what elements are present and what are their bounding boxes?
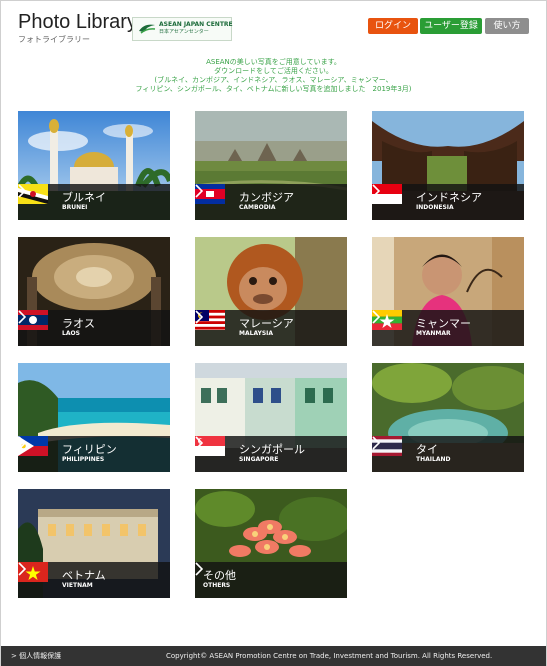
country-name-en: LAOS (62, 330, 80, 337)
notice-line: ASEANの美しい写真をご用意しています。 (206, 58, 341, 66)
country-name-jp: ラオス (62, 317, 95, 330)
partner-logo[interactable]: ASEAN JAPAN CENTRE 日本アセアンセンター (132, 17, 233, 41)
notice-line: ダウンロードをしてご活用ください。 (214, 67, 333, 75)
chevron-right-icon (18, 562, 26, 576)
tile-label-band: シンガポール SINGAPORE (195, 436, 347, 472)
header: Photo Library フォトライブラリー ASEAN JAPAN CENT… (10, 10, 537, 44)
country-tile-indonesia[interactable]: インドネシア INDONESIA (372, 111, 524, 220)
country-name-jp: カンボジア (239, 191, 294, 204)
country-tile-singapore[interactable]: シンガポール SINGAPORE (195, 363, 347, 472)
country-tile-philippines[interactable]: フィリピン PHILIPPINES (18, 363, 170, 472)
tile-label-band: その他 OTHERS (195, 562, 347, 598)
country-tile-myanmar[interactable]: ミャンマー MYANMAR (372, 237, 524, 346)
country-name-en: VIETNAM (62, 582, 93, 589)
country-name-en: THAILAND (416, 456, 451, 463)
chevron-right-icon (18, 310, 26, 324)
country-name-en: MALAYSIA (239, 330, 274, 337)
country-name-en: PHILIPPINES (62, 456, 105, 463)
country-name-en: BRUNEI (62, 204, 88, 211)
country-name-jp: タイ (416, 443, 438, 456)
tile-label-band: マレーシア MALAYSIA (195, 310, 347, 346)
chevron-right-icon (195, 562, 203, 576)
footer: > 個人情報保護 Copyright© ASEAN Promotion Cent… (1, 646, 546, 666)
country-name-jp: ミャンマー (416, 317, 471, 330)
copyright-text: Copyright© ASEAN Promotion Centre on Tra… (166, 652, 493, 660)
partner-subname: 日本アセアンセンター (159, 29, 209, 35)
chevron-right-icon (372, 184, 380, 198)
country-tile-vietnam[interactable]: ベトナム VIETNAM (18, 489, 170, 598)
country-name-jp: その他 (203, 569, 236, 582)
tile-label-band: ブルネイ BRUNEI (18, 184, 170, 220)
country-name-en: CAMBODIA (239, 204, 276, 211)
country-name-en: SINGAPORE (239, 456, 279, 463)
country-tile-others[interactable]: その他 OTHERS (195, 489, 347, 598)
notice-text: ASEANの美しい写真をご用意しています。 ダウンロードをしてご活用ください。 … (0, 58, 547, 94)
tile-label-band: フィリピン PHILIPPINES (18, 436, 170, 472)
notice-line: (ブルネイ、カンボジア、インドネシア、ラオス、マレーシア、ミャンマー、 (154, 76, 393, 84)
country-tile-thailand[interactable]: タイ THAILAND (372, 363, 524, 472)
chevron-right-icon (372, 436, 380, 450)
chevron-right-icon (18, 184, 26, 198)
partner-logo-icon (139, 24, 156, 34)
country-name-jp: ベトナム (62, 569, 106, 582)
country-name-en: INDONESIA (416, 204, 454, 211)
notice-line: フィリピン、シンガポール、タイ、ベトナムに新しい写真を追加しました 2019年3… (135, 85, 412, 93)
privacy-link[interactable]: > 個人情報保護 (11, 646, 61, 666)
country-tile-cambodia[interactable]: カンボジア CAMBODIA (195, 111, 347, 220)
help-button[interactable]: 使い方 (485, 18, 529, 34)
country-name-en: MYANMAR (416, 330, 451, 337)
chevron-right-icon (195, 184, 203, 198)
tile-label-band: ベトナム VIETNAM (18, 562, 170, 598)
login-button[interactable]: ログイン (368, 18, 418, 34)
site-subtitle: フォトライブラリー (18, 35, 90, 44)
tile-label-band: ラオス LAOS (18, 310, 170, 346)
chevron-right-icon (195, 436, 203, 450)
partner-name: ASEAN JAPAN CENTRE (159, 21, 233, 28)
chevron-right-icon (372, 310, 380, 324)
country-tile-laos[interactable]: ラオス LAOS (18, 237, 170, 346)
tile-label-band: ミャンマー MYANMAR (372, 310, 524, 346)
tile-label-band: タイ THAILAND (372, 436, 524, 472)
site-title[interactable]: Photo Library (18, 12, 137, 32)
country-name-jp: シンガポール (239, 443, 305, 456)
chevron-right-icon (195, 310, 203, 324)
country-name-jp: フィリピン (62, 443, 117, 456)
register-button[interactable]: ユーザー登録 (420, 18, 482, 34)
country-name-jp: ブルネイ (62, 191, 106, 204)
country-name-jp: マレーシア (239, 317, 294, 330)
tile-label-band: カンボジア CAMBODIA (195, 184, 347, 220)
country-tile-malaysia[interactable]: マレーシア MALAYSIA (195, 237, 347, 346)
country-name-jp: インドネシア (416, 191, 482, 204)
country-name-en: OTHERS (203, 582, 231, 589)
country-tile-brunei[interactable]: ブルネイ BRUNEI (18, 111, 170, 220)
tile-label-band: インドネシア INDONESIA (372, 184, 524, 220)
chevron-right-icon (18, 436, 26, 450)
